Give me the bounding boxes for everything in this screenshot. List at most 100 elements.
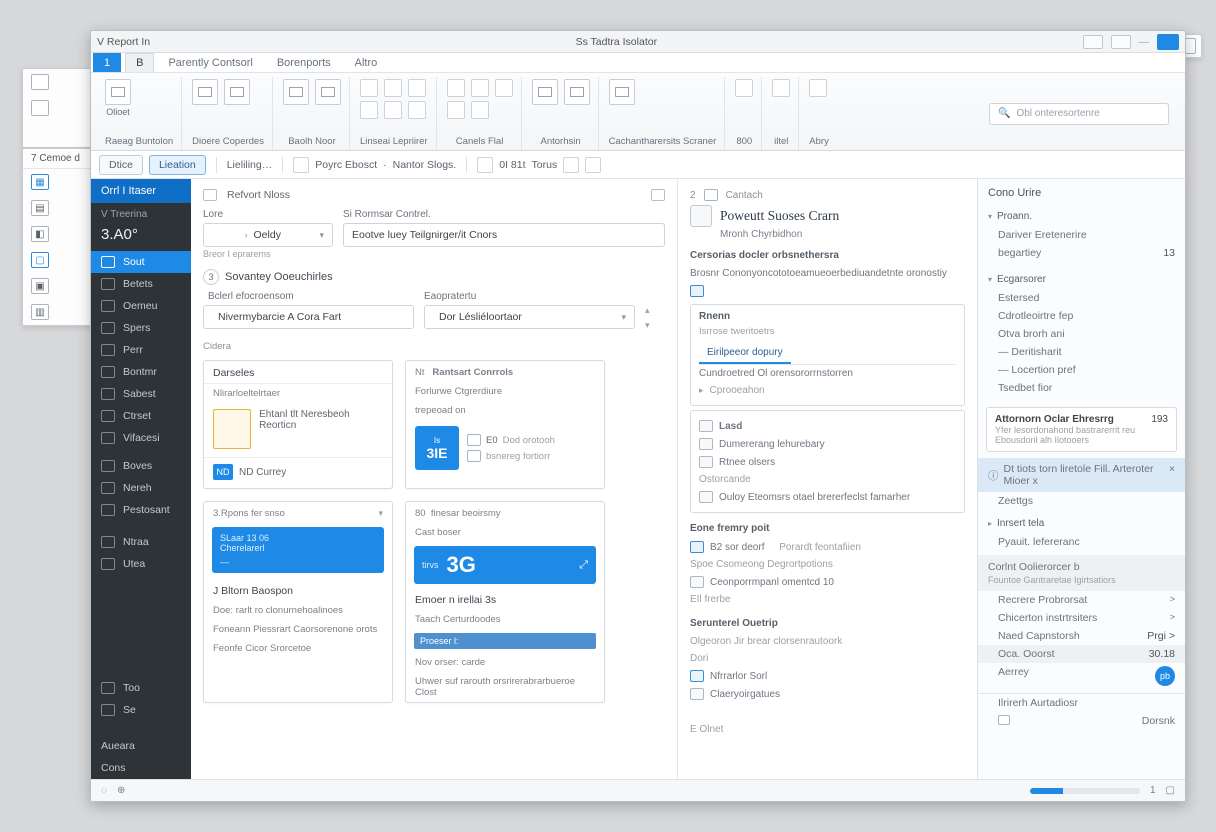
card-c[interactable]: 3.Rpons fer snso▾ SLaar 13 06 Cherelarer… — [203, 501, 393, 703]
ribbon-button[interactable] — [471, 101, 489, 119]
toolbar-item[interactable]: Lieliling… — [227, 159, 273, 171]
prop-group-header[interactable]: Ecgarsorer — [978, 270, 1185, 289]
text-input[interactable]: Eootve luey Teilgnirger/it Cnors — [343, 223, 665, 247]
window-button[interactable] — [1083, 35, 1103, 49]
filter-pill-selected[interactable]: Lieation — [149, 155, 206, 175]
ribbon-button[interactable] — [408, 79, 426, 97]
ribbon-button[interactable] — [495, 79, 513, 97]
detail-icon-line[interactable] — [690, 282, 965, 300]
ribbon-button[interactable] — [471, 79, 489, 97]
sidebar-blue-header[interactable]: Orrl I Itaser — [91, 179, 191, 203]
prop-row[interactable]: Oca. Ooorst30.18 — [978, 645, 1185, 663]
ribbon-button[interactable] — [384, 101, 402, 119]
sidebar-item[interactable]: Ctrset — [91, 405, 191, 427]
prop-row[interactable]: — Locertion pref — [978, 361, 1185, 379]
ribbon-button[interactable] — [609, 79, 635, 105]
menu-tab-secondary[interactable]: B — [125, 53, 154, 72]
prop-row[interactable]: Pyauit. lefereranc — [978, 533, 1185, 551]
ribbon-button[interactable] — [315, 79, 341, 105]
sidebar-item[interactable]: Pestosant — [91, 499, 191, 521]
prop-row[interactable]: Recrere Probrorsat> — [978, 591, 1185, 609]
status-icon[interactable]: ⊕ — [117, 785, 125, 796]
sidebar-item[interactable]: Too — [91, 677, 191, 699]
sidebar-item[interactable]: Spers — [91, 317, 191, 339]
ribbon-button[interactable] — [224, 79, 250, 105]
sidebar-item[interactable]: Boves — [91, 455, 191, 477]
sidebar-item[interactable]: Bontmr — [91, 361, 191, 383]
sidebar-item[interactable]: Sout — [91, 251, 191, 273]
sidebar-item[interactable]: Betets — [91, 273, 191, 295]
ribbon-button[interactable] — [532, 79, 558, 105]
toolbar-item[interactable]: 0I 81t — [499, 159, 525, 171]
toolbar-icon[interactable] — [293, 157, 309, 173]
sort-up-icon[interactable]: ▴ — [645, 305, 665, 316]
progress-track[interactable] — [1030, 788, 1140, 794]
prop-row[interactable]: Aerreypb — [978, 663, 1185, 689]
sort-down-icon[interactable]: ▾ — [645, 320, 665, 331]
status-icon[interactable]: ▢ — [1166, 785, 1175, 796]
status-icon[interactable]: ◌ — [101, 785, 107, 796]
toolbar-icon[interactable] — [585, 157, 601, 173]
ribbon-button[interactable] — [192, 79, 218, 105]
menu-tab-primary[interactable]: 1 — [93, 53, 121, 72]
list-item[interactable]: Dumererang lehurebary — [699, 435, 956, 453]
prop-row[interactable]: — Deritisharit — [978, 343, 1185, 361]
ribbon-button[interactable] — [384, 79, 402, 97]
ribbon-button[interactable] — [809, 79, 827, 97]
sidebar-item[interactable]: Utea — [91, 553, 191, 575]
list-item[interactable]: Ouloy Eteomsrs otael brererfeclst famarh… — [699, 488, 956, 506]
close-icon[interactable]: × — [1169, 463, 1175, 487]
card-a[interactable]: Darseles Nlirarloeltelrtaer Ehtanl tlt N… — [203, 360, 393, 489]
detail-line[interactable]: Ceonporrmpanl omentcd 10 — [690, 573, 965, 591]
prop-row[interactable]: Cdrotleoirtre fep — [978, 307, 1185, 325]
prop-row[interactable]: Naed CapnstorshPrgi > — [978, 627, 1185, 645]
prop-highlight[interactable]: ⓘDt tiots torn liretole Fill. Arteroter … — [978, 458, 1185, 492]
toolbar-item[interactable]: Poyrc Ebosct — [315, 159, 377, 171]
prop-footer[interactable]: Ilrirerh Aurtadiosr — [978, 693, 1185, 712]
ribbon-button[interactable] — [447, 79, 465, 97]
list-item[interactable]: Rtnee olsers — [699, 453, 956, 471]
ribbon-button[interactable] — [360, 101, 378, 119]
detail-tab[interactable]: Eirilpeeor dopury — [699, 343, 791, 364]
detail-line[interactable]: ▸Cprooeahon — [699, 382, 956, 399]
prop-row[interactable]: Estersed — [978, 289, 1185, 307]
sidebar-footer-item[interactable]: Aueara — [91, 735, 191, 757]
toolbar-icon[interactable] — [477, 157, 493, 173]
detail-chip[interactable]: Nfrrarlor Sorl — [690, 667, 965, 685]
dropdown-input[interactable]: › Oeldy ▾ — [203, 223, 333, 247]
ribbon-button[interactable] — [105, 79, 131, 105]
sidebar-item[interactable]: Ntraa — [91, 531, 191, 553]
menu-item[interactable]: Borenports — [267, 54, 341, 72]
filter-pill[interactable]: Dtice — [99, 155, 143, 175]
palette-item[interactable]: ▣ — [23, 273, 93, 299]
chevron-down-icon[interactable]: ▾ — [378, 508, 383, 519]
sidebar-item[interactable]: Nereh — [91, 477, 191, 499]
palette-item[interactable]: ▤ — [23, 195, 93, 221]
ribbon-button[interactable] — [564, 79, 590, 105]
ribbon-button[interactable] — [283, 79, 309, 105]
card-d[interactable]: 80 finesar beoirsmy Cast boser tirvs 3G … — [405, 501, 605, 703]
sidebar-footer-item[interactable]: Cons — [91, 757, 191, 779]
menu-item[interactable]: Altro — [345, 54, 388, 72]
ribbon-button[interactable] — [360, 79, 378, 97]
prop-row[interactable]: begartiey13 — [978, 244, 1185, 262]
ribbon-button[interactable] — [447, 101, 465, 119]
prop-row[interactable]: Chicerton instrtrsiters> — [978, 609, 1185, 627]
prop-selected[interactable]: Corlnt Oolierorcer b Fountoe Gantraretae… — [978, 555, 1185, 591]
list-item[interactable]: Ostorcande — [699, 471, 956, 488]
prop-group-header[interactable]: Inrsert tela — [978, 514, 1185, 533]
palette-item[interactable]: ▦ — [23, 169, 93, 195]
search-input[interactable]: 🔍 Obl onteresortenre — [989, 103, 1169, 125]
palette-item[interactable] — [23, 69, 91, 95]
prop-group-header[interactable]: Proann. — [978, 207, 1185, 226]
ribbon-button[interactable] — [772, 79, 790, 97]
prop-row[interactable]: Tsedbet fior — [978, 379, 1185, 397]
dropdown-input[interactable]: Dor Lésliéloortaor▾ — [424, 305, 635, 329]
toolbar-item[interactable]: Nantor Slogs. — [393, 159, 457, 171]
detail-line[interactable]: B2 sor deorf Porardt feontafiien — [690, 538, 965, 556]
sidebar-item[interactable]: Oemeu — [91, 295, 191, 317]
prop-footer[interactable]: Dorsnk — [978, 712, 1185, 730]
sidebar-item[interactable]: Vifacesi — [91, 427, 191, 449]
menu-item[interactable]: Parently Contsorl — [158, 54, 262, 72]
palette-item[interactable]: ▥ — [23, 299, 93, 325]
